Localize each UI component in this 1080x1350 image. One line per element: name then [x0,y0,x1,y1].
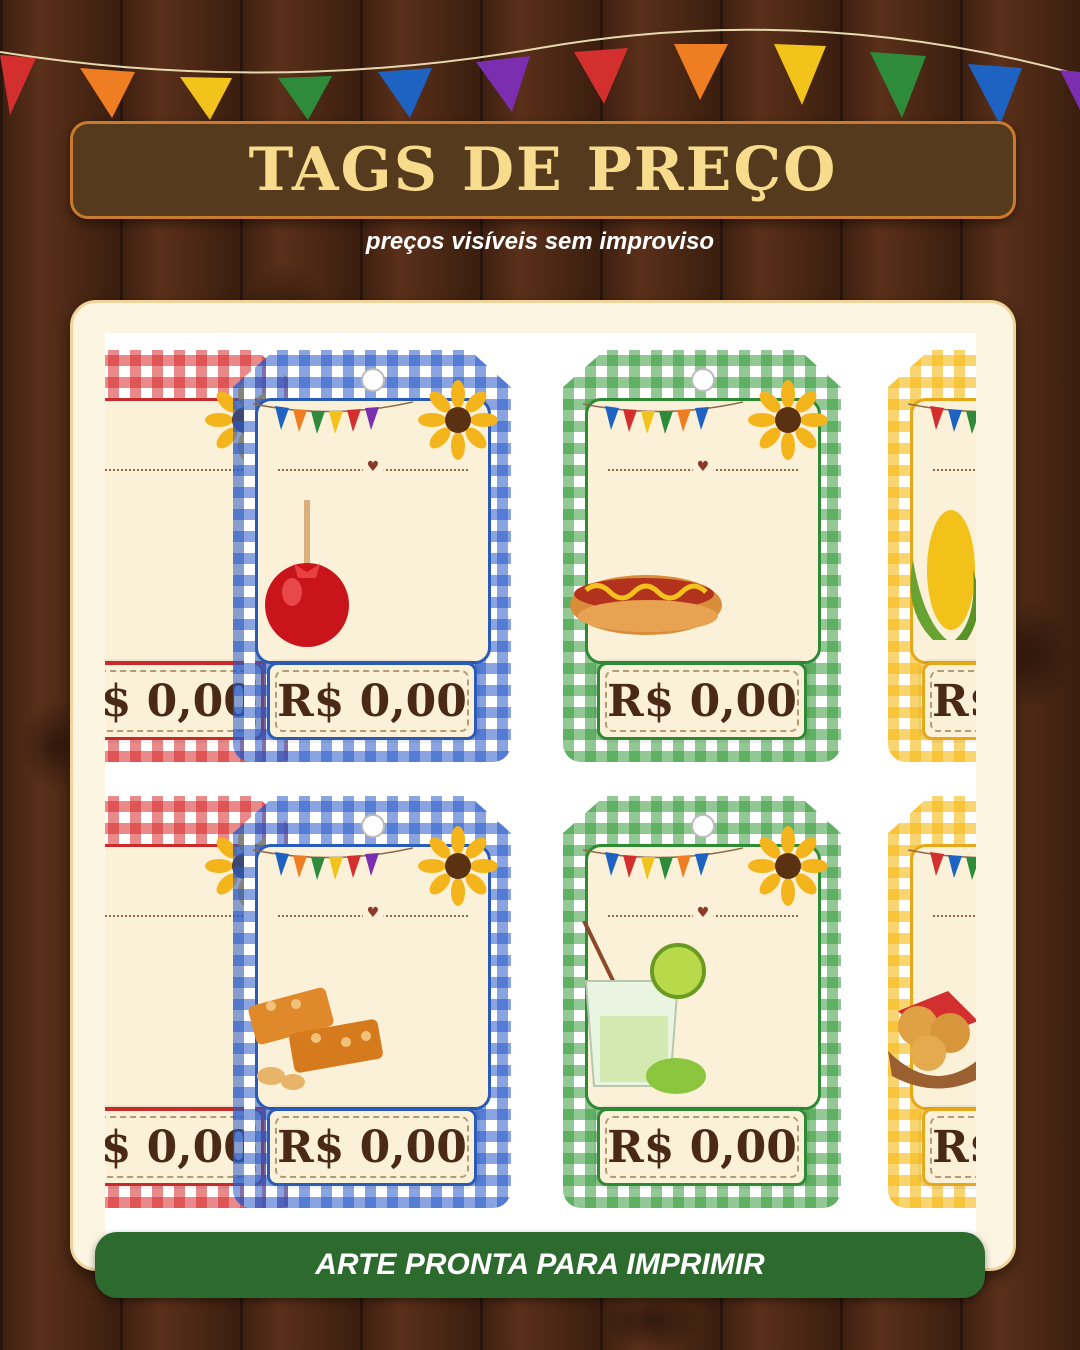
page-subtitle: preços visíveis sem improviso [365,228,715,255]
heart-icon: ♥ [362,905,384,921]
hot-dog-icon [570,575,722,635]
bunting-garland [0,28,1080,125]
price-box: R$ 0,00 [922,1108,976,1186]
mini-bunting [253,401,413,434]
tag-hole [361,368,385,392]
dotted-line [933,915,976,917]
tag-hole [361,814,385,838]
price-box: R$ 0,00 [597,1108,807,1186]
caipirinha-icon [582,921,706,1094]
mini-bunting [583,401,743,434]
tag-hole [691,368,715,392]
price-tag-yellow: R$ 0,00 [888,796,976,1208]
sunflower-icon [418,826,498,906]
mini-bunting [253,847,413,880]
dotted-line [933,469,976,471]
price-box: R$ 0,00 [597,662,807,740]
wood-knot [600,1290,700,1350]
sunflower-icon [748,826,828,906]
mini-bunting [583,847,743,880]
price-tag-blue: ♥ R$ 0,00 [233,350,511,762]
footer-banner: ARTE PRONTA PARA IMPRIMIR [95,1232,985,1298]
title-banner: TAGS DE PREÇO [70,121,1016,219]
dotted-line [105,915,255,917]
corn-icon [910,510,976,640]
price-box: R$ 0,00 [267,1108,477,1186]
price-label: R$ 0,00 [105,1121,254,1173]
heart-icon: ♥ [692,905,714,921]
price-tag-blue: ♥ R$ 0,00 [233,796,511,1208]
price-label: R$ 0,00 [607,675,797,727]
price-label: R$ 0,00 [277,675,467,727]
price-label: R$ 0,00 [105,675,254,727]
price-tag-green: ♥ R$ 0,00 [563,796,841,1208]
mini-bunting [908,401,976,434]
dotted-line [105,469,255,471]
candy-apple-icon [265,500,349,647]
price-box: R$ 0,00 [922,662,976,740]
price-box: R$ 0,00 [267,662,477,740]
bread-basket-icon [888,991,976,1089]
footer-label: ARTE PRONTA PARA IMPRIMIR [315,1248,765,1281]
heart-icon: ♥ [692,459,714,475]
price-label: R$ 0,00 [932,675,976,727]
page-title: TAGS DE PREÇO [248,135,838,205]
tag-hole [691,814,715,838]
sunflower-icon [418,380,498,460]
heart-icon: ♥ [362,459,384,475]
mini-bunting [908,847,976,880]
price-label: R$ 0,00 [277,1121,467,1173]
price-label: R$ 0,00 [607,1121,797,1173]
peanut-brittle-icon [248,987,383,1090]
price-tag-yellow: R$ 0,00 [888,350,976,762]
price-label: R$ 0,00 [932,1121,976,1173]
tag-sheet: R$ 0,00 ♥ R$ 0,00 [105,333,976,1233]
price-tag-green: ♥ R$ 0,00 [563,350,841,762]
sunflower-icon [748,380,828,460]
